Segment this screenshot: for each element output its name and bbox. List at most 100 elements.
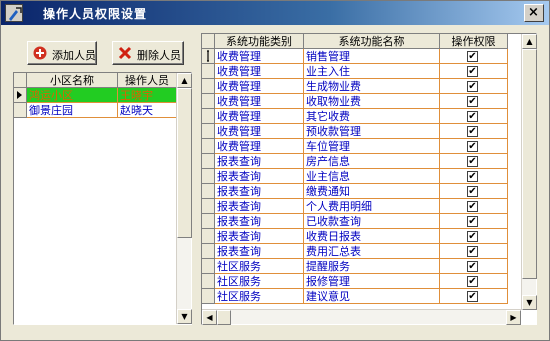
permission-checkbox[interactable]: ✔ — [467, 126, 478, 137]
scroll-left-icon[interactable]: ◀ — [202, 310, 217, 325]
cell-function-name[interactable]: 个人费用明细 — [304, 199, 440, 214]
row-indicator[interactable] — [202, 139, 215, 154]
cell-permission[interactable]: ✔ — [440, 64, 508, 79]
permission-checkbox[interactable]: ✔ — [467, 276, 478, 287]
cell-permission[interactable]: ✔ — [440, 259, 508, 274]
row-indicator[interactable] — [202, 274, 215, 289]
permission-checkbox[interactable]: ✔ — [467, 186, 478, 197]
cell-permission[interactable]: ✔ — [440, 289, 508, 304]
cell-operator[interactable]: 赵晓天 — [118, 103, 177, 118]
right-horizontal-scrollbar[interactable]: ◀ ▶ — [202, 309, 521, 325]
row-indicator[interactable] — [202, 289, 215, 304]
permission-checkbox[interactable]: ✔ — [467, 261, 478, 272]
scroll-thumb[interactable] — [217, 310, 231, 325]
scroll-up-icon[interactable]: ▲ — [522, 34, 537, 49]
delete-person-button[interactable]: 删除人员 — [112, 41, 184, 65]
cell-category[interactable]: 报表查询 — [215, 169, 304, 184]
cell-category[interactable]: 报表查询 — [215, 199, 304, 214]
permission-checkbox[interactable]: ✔ — [467, 171, 478, 182]
cell-category[interactable]: 收费管理 — [215, 49, 304, 64]
cell-function-name[interactable]: 提醒服务 — [304, 259, 440, 274]
row-indicator[interactable] — [202, 109, 215, 124]
cell-function-name[interactable]: 收取物业费 — [304, 94, 440, 109]
scroll-down-icon[interactable]: ▼ — [522, 295, 537, 310]
cell-function-name[interactable]: 预收款管理 — [304, 124, 440, 139]
row-indicator[interactable] — [202, 94, 215, 109]
cell-category[interactable]: 报表查询 — [215, 184, 304, 199]
cell-permission[interactable]: ✔ — [440, 154, 508, 169]
cell-function-name[interactable]: 缴费通知 — [304, 184, 440, 199]
cell-function-name[interactable]: 生成物业费 — [304, 79, 440, 94]
row-indicator[interactable] — [202, 214, 215, 229]
cell-permission[interactable]: ✔ — [440, 229, 508, 244]
permission-checkbox[interactable]: ✔ — [467, 111, 478, 122]
row-indicator[interactable] — [202, 184, 215, 199]
col-header-operator[interactable]: 操作人员 — [118, 73, 177, 88]
cell-category[interactable]: 报表查询 — [215, 214, 304, 229]
cell-function-name[interactable]: 销售管理 — [304, 49, 440, 64]
cell-permission[interactable]: ✔ — [440, 199, 508, 214]
close-button[interactable]: × — [524, 4, 544, 22]
permission-grid[interactable]: 系统功能类别 系统功能名称 操作权限 收费管理 销售管理 ✔ 收费管理 业主入住 ✔ 收费管… — [201, 33, 537, 325]
cell-function-name[interactable]: 建议意见 — [304, 289, 440, 304]
row-indicator[interactable] — [202, 229, 215, 244]
cell-category[interactable]: 收费管理 — [215, 124, 304, 139]
cell-permission[interactable]: ✔ — [440, 184, 508, 199]
col-header-community[interactable]: 小区名称 — [27, 73, 118, 88]
cell-category[interactable]: 收费管理 — [215, 139, 304, 154]
scroll-thumb[interactable] — [177, 88, 192, 238]
cell-permission[interactable]: ✔ — [440, 109, 508, 124]
scroll-down-icon[interactable]: ▼ — [177, 309, 192, 324]
row-indicator[interactable] — [202, 259, 215, 274]
cell-permission[interactable]: ✔ — [440, 214, 508, 229]
row-indicator[interactable] — [202, 244, 215, 259]
cell-function-name[interactable]: 业主入住 — [304, 64, 440, 79]
cell-category[interactable]: 收费管理 — [215, 94, 304, 109]
permission-checkbox[interactable]: ✔ — [467, 231, 478, 242]
row-indicator[interactable] — [202, 169, 215, 184]
cell-permission[interactable]: ✔ — [440, 49, 508, 64]
cell-category[interactable]: 报表查询 — [215, 244, 304, 259]
col-header-category[interactable]: 系统功能类别 — [215, 34, 304, 49]
cell-community[interactable]: 御景庄园 — [27, 103, 118, 118]
cell-permission[interactable]: ✔ — [440, 244, 508, 259]
row-indicator[interactable] — [202, 64, 215, 79]
row-indicator[interactable] — [202, 124, 215, 139]
permission-checkbox[interactable]: ✔ — [467, 156, 478, 167]
scroll-thumb[interactable] — [522, 49, 537, 279]
permission-checkbox[interactable]: ✔ — [467, 51, 478, 62]
permission-checkbox[interactable]: ✔ — [467, 141, 478, 152]
cell-operator[interactable]: 王晓宇 — [118, 88, 177, 103]
scroll-up-icon[interactable]: ▲ — [177, 73, 192, 88]
cell-function-name[interactable]: 收费日报表 — [304, 229, 440, 244]
permission-checkbox[interactable]: ✔ — [467, 291, 478, 302]
cell-category[interactable]: 社区服务 — [215, 274, 304, 289]
row-indicator[interactable] — [202, 49, 215, 64]
cell-permission[interactable]: ✔ — [440, 139, 508, 154]
permission-checkbox[interactable]: ✔ — [467, 81, 478, 92]
cell-function-name[interactable]: 报修管理 — [304, 274, 440, 289]
right-vertical-scrollbar[interactable]: ▲ ▼ — [521, 34, 537, 310]
cell-category[interactable]: 报表查询 — [215, 154, 304, 169]
cell-category[interactable]: 收费管理 — [215, 64, 304, 79]
cell-function-name[interactable]: 房产信息 — [304, 154, 440, 169]
row-indicator[interactable] — [14, 103, 27, 118]
cell-function-name[interactable]: 费用汇总表 — [304, 244, 440, 259]
col-header-function[interactable]: 系统功能名称 — [304, 34, 440, 49]
row-indicator[interactable] — [202, 154, 215, 169]
cell-community[interactable]: 鸿运小区 — [27, 88, 118, 103]
operator-grid[interactable]: 小区名称 操作人员 鸿运小区 王晓宇 御景庄园 赵晓天 ▲ ▼ — [13, 72, 192, 325]
title-bar[interactable]: 操作人员权限设置 × — [1, 1, 549, 25]
row-indicator[interactable] — [202, 199, 215, 214]
cell-function-name[interactable]: 其它收费 — [304, 109, 440, 124]
cell-function-name[interactable]: 业主信息 — [304, 169, 440, 184]
cell-category[interactable]: 报表查询 — [215, 229, 304, 244]
permission-checkbox[interactable]: ✔ — [467, 246, 478, 257]
cell-permission[interactable]: ✔ — [440, 274, 508, 289]
cell-function-name[interactable]: 已收款查询 — [304, 214, 440, 229]
add-person-button[interactable]: 添加人员 — [27, 41, 97, 65]
cell-permission[interactable]: ✔ — [440, 124, 508, 139]
permission-checkbox[interactable]: ✔ — [467, 66, 478, 77]
cell-permission[interactable]: ✔ — [440, 79, 508, 94]
cell-function-name[interactable]: 车位管理 — [304, 139, 440, 154]
